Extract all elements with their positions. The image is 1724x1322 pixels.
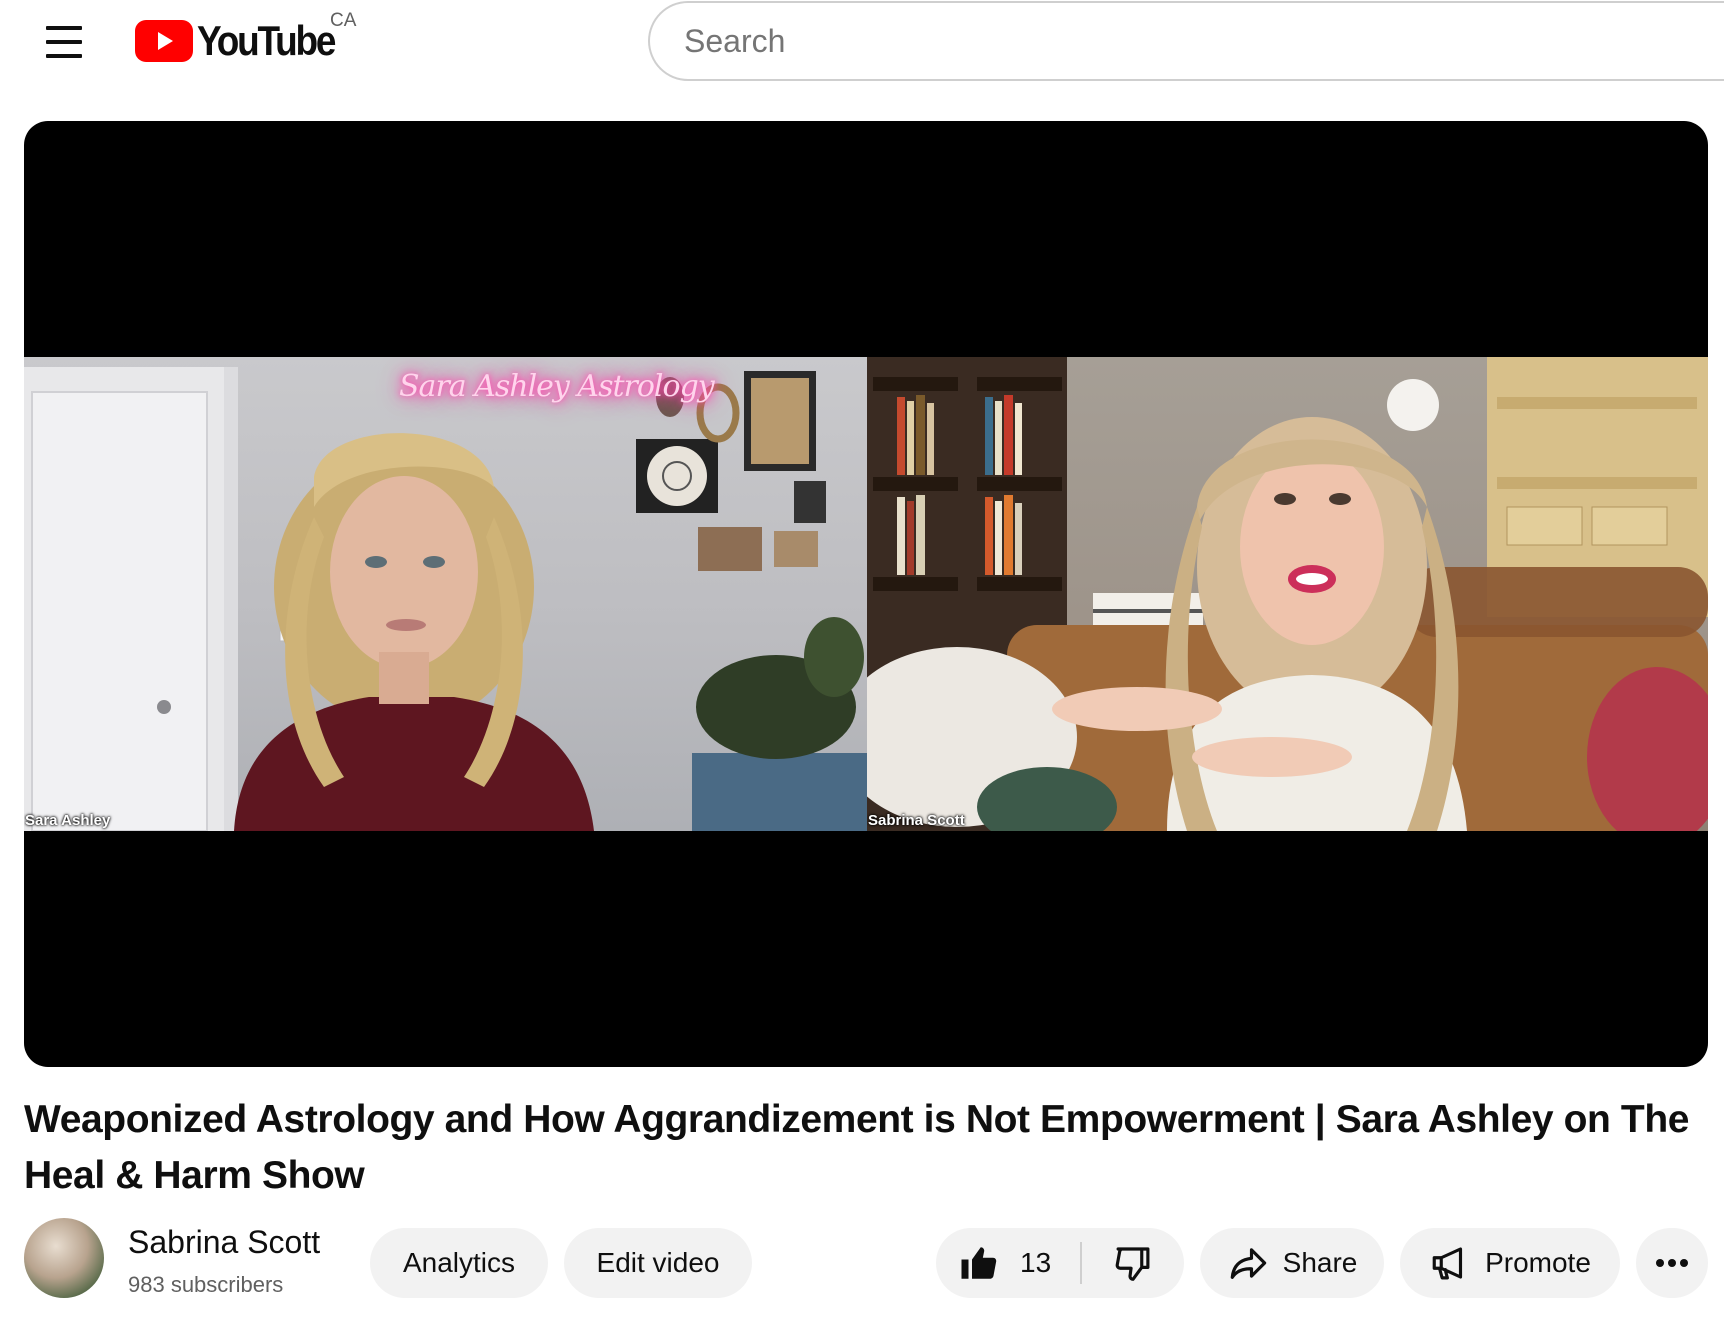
scene-right	[867, 357, 1708, 831]
scene-left	[24, 367, 867, 831]
channel-avatar[interactable]	[24, 1218, 104, 1298]
youtube-play-icon	[135, 20, 193, 62]
participant-name-label: Sabrina Scott	[868, 812, 965, 829]
participant-video-left: Sara Ashley Astrology Sara Ashley	[24, 357, 867, 831]
analytics-button[interactable]: Analytics	[370, 1228, 548, 1298]
neon-sign: Sara Ashley Astrology	[399, 369, 715, 404]
participant-name-label: Sara Ashley	[25, 812, 111, 829]
search-bar[interactable]	[648, 1, 1724, 81]
share-label: Share	[1282, 1247, 1358, 1278]
region-code: CA	[330, 10, 357, 31]
megaphone-icon	[1432, 1247, 1463, 1280]
video-player[interactable]: Sara Ashley Astrology Sara Ashley Sabrin…	[24, 121, 1708, 1067]
like-dislike-group: 13	[936, 1228, 1184, 1298]
participant-video-right: Sabrina Scott	[867, 357, 1708, 831]
share-arrow-icon	[1230, 1248, 1266, 1279]
channel-name[interactable]: Sabrina Scott	[128, 1224, 320, 1261]
video-title: Weaponized Astrology and How Aggrandizem…	[24, 1098, 1690, 1197]
youtube-logo[interactable]: YouTube	[135, 20, 353, 62]
subscriber-count: 983 subscribers	[128, 1272, 284, 1297]
logo-wordmark: YouTube	[197, 17, 336, 64]
search-input[interactable]	[684, 22, 1724, 60]
edit-video-button[interactable]: Edit video	[564, 1228, 752, 1298]
share-button[interactable]: Share	[1200, 1228, 1384, 1298]
more-horizontal-icon	[1656, 1259, 1688, 1267]
dislike-button[interactable]	[1082, 1228, 1184, 1298]
like-button[interactable]: 13	[936, 1228, 1080, 1298]
more-actions-button[interactable]	[1636, 1228, 1708, 1298]
hamburger-menu-icon[interactable]	[36, 18, 92, 66]
thumbs-down-icon	[1115, 1247, 1150, 1281]
promote-label: Promote	[1485, 1247, 1591, 1278]
thumbs-up-icon	[961, 1247, 997, 1279]
like-count: 13	[1020, 1247, 1052, 1278]
promote-button[interactable]: Promote	[1400, 1228, 1620, 1298]
